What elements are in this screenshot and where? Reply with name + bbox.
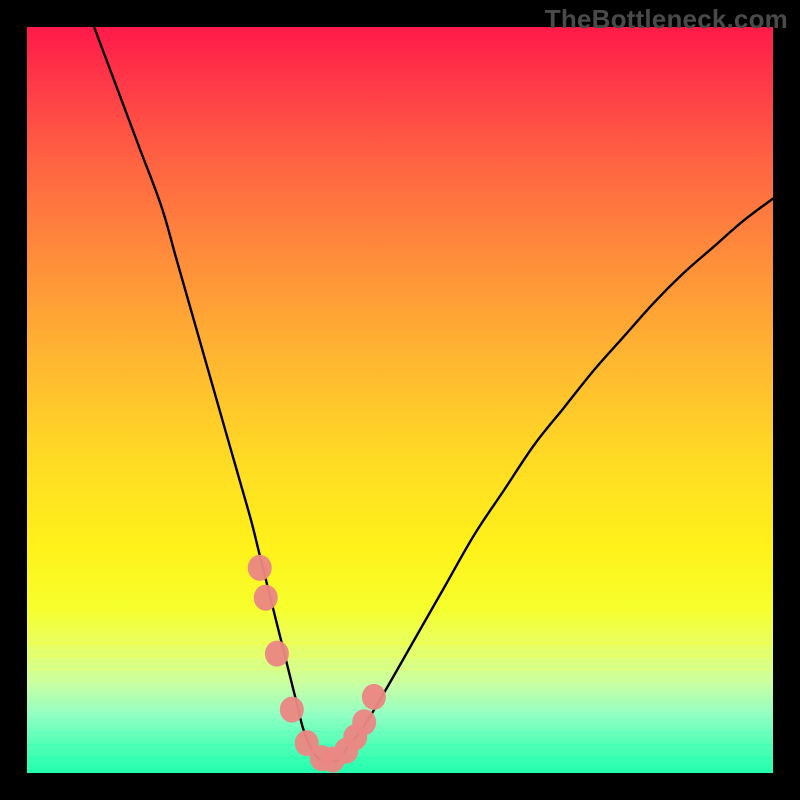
marker-point: [248, 555, 272, 581]
watermark-text: TheBottleneck.com: [545, 4, 788, 35]
chart-frame: TheBottleneck.com: [0, 0, 800, 800]
marker-point: [265, 641, 289, 667]
marker-point: [362, 684, 386, 710]
marker-point: [280, 697, 304, 723]
marker-point: [254, 585, 278, 611]
plot-area: [27, 27, 773, 773]
highlight-markers: [27, 27, 773, 773]
marker-point: [352, 709, 376, 735]
